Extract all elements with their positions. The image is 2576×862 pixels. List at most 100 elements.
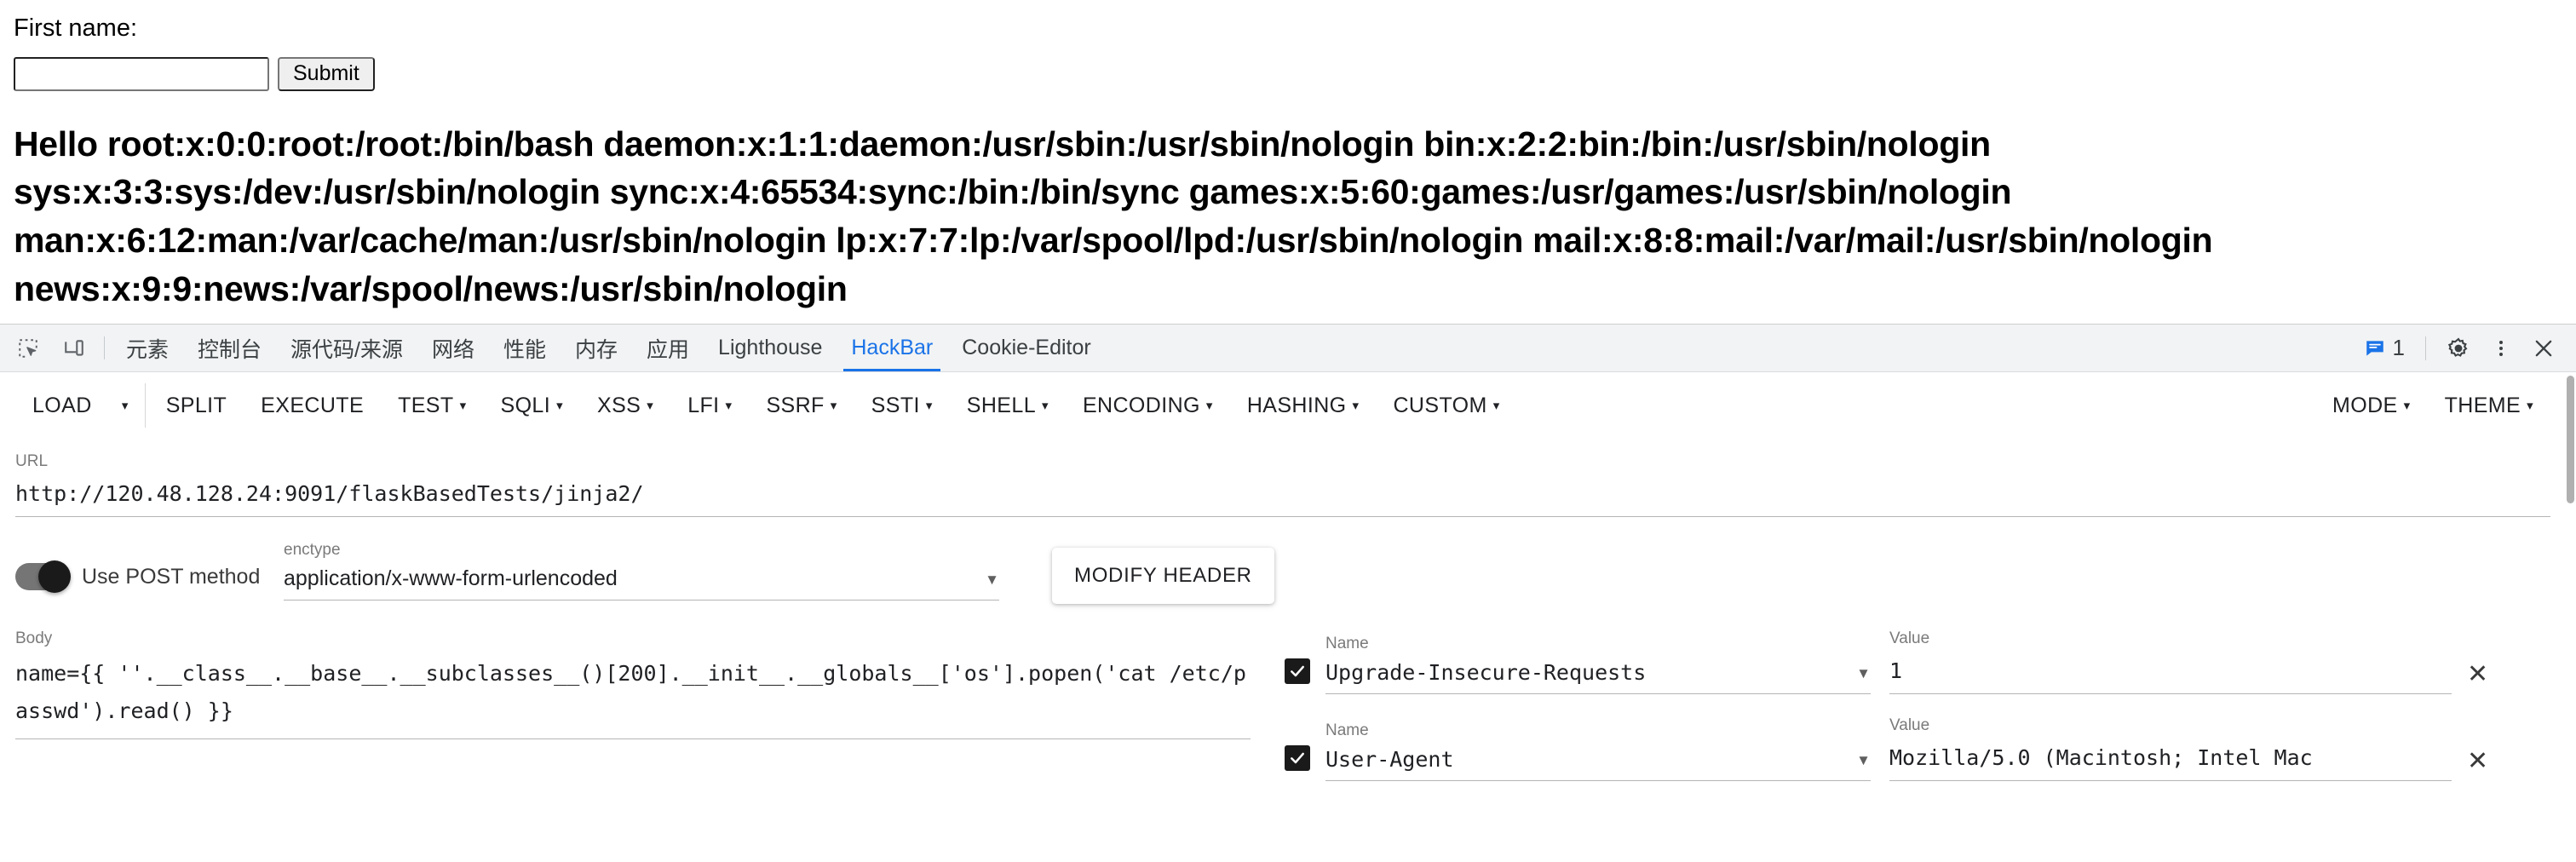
header-name-label: Name <box>1325 721 1369 739</box>
actions-divider <box>2425 336 2426 360</box>
header-value-group: Value <box>1889 629 2452 694</box>
label: MODE <box>2332 393 2398 417</box>
hackbar-hashing-menu[interactable]: HASHING ▾ <box>1230 383 1377 428</box>
tab-lighthouse[interactable]: Lighthouse <box>704 325 837 371</box>
chevron-down-icon: ▾ <box>459 398 467 413</box>
url-input[interactable] <box>15 478 2550 517</box>
toolbar-divider <box>104 336 105 359</box>
hackbar-split-button[interactable]: SPLIT <box>149 383 244 428</box>
hackbar-theme-menu[interactable]: THEME ▾ <box>2428 383 2550 428</box>
chevron-down-icon: ▾ <box>1492 398 1500 413</box>
label: CUSTOM <box>1393 393 1487 417</box>
hackbar-scrollbar[interactable] <box>2564 372 2576 862</box>
header-name-select[interactable]: User-Agent ▼ <box>1325 747 1871 781</box>
inspect-element-icon[interactable] <box>5 325 51 371</box>
header-name-value: Upgrade-Insecure-Requests <box>1325 660 1647 685</box>
chevron-down-icon: ▾ <box>1352 398 1360 413</box>
hackbar-panel: LOAD ▾ SPLIT EXECUTE TEST ▾ SQLI ▾ XSS ▾ LF… <box>0 372 2576 862</box>
hackbar-ssti-menu[interactable]: SSTI ▾ <box>854 383 950 428</box>
body-label: Body <box>15 629 53 647</box>
hackbar-lfi-menu[interactable]: LFI ▾ <box>670 383 749 428</box>
request-options-row: Use POST method enctype application/x-ww… <box>0 517 2576 604</box>
label: THEME <box>2444 393 2521 417</box>
tab-sources[interactable]: 源代码/来源 <box>276 325 417 371</box>
chevron-down-icon: ▼ <box>1856 665 1871 681</box>
header-enabled-checkbox[interactable] <box>1285 658 1310 684</box>
tab-network[interactable]: 网络 <box>417 325 489 371</box>
load-chevron-down-icon[interactable]: ▾ <box>109 383 141 428</box>
header-value-input[interactable] <box>1889 742 2452 781</box>
chevron-down-icon: ▾ <box>2527 398 2533 413</box>
enctype-value: application/x-www-form-urlencoded <box>284 566 618 590</box>
message-count: 1 <box>2392 335 2405 360</box>
console-message-badge[interactable]: 1 <box>2355 335 2413 361</box>
hackbar-shell-menu[interactable]: SHELL ▾ <box>950 383 1066 428</box>
header-value-label: Value <box>1889 716 1930 734</box>
devtools-tab-bar: 元素 控制台 源代码/来源 网络 性能 内存 应用 Lighthouse Hac… <box>0 325 2576 372</box>
submit-button[interactable]: Submit <box>278 56 375 91</box>
chevron-down-icon: ▾ <box>1205 398 1213 413</box>
modify-header-button[interactable]: MODIFY HEADER <box>1052 548 1274 604</box>
toggle-knob <box>38 560 71 593</box>
header-name-value: User-Agent <box>1325 747 1454 772</box>
chevron-down-icon: ▾ <box>925 398 933 413</box>
devtools-tab-list: 元素 控制台 源代码/来源 网络 性能 内存 应用 Lighthouse Hac… <box>112 325 2355 371</box>
label: ENCODING <box>1082 393 1200 417</box>
label: SQLI <box>500 393 551 417</box>
gear-icon[interactable] <box>2438 328 2479 369</box>
hackbar-load-button[interactable]: LOAD <box>15 383 109 428</box>
use-post-method-toggle[interactable] <box>15 560 71 593</box>
header-row: Name Upgrade-Insecure-Requests ▼ Value ✕ <box>1285 629 2550 694</box>
hackbar-mode-menu[interactable]: MODE ▾ <box>2315 383 2428 428</box>
use-post-method-label: Use POST method <box>82 564 261 589</box>
hackbar-encoding-menu[interactable]: ENCODING ▾ <box>1066 383 1230 428</box>
url-label: URL <box>15 452 49 470</box>
tab-elements[interactable]: 元素 <box>112 325 183 371</box>
hackbar-custom-menu[interactable]: CUSTOM ▾ <box>1376 383 1516 428</box>
header-value-group: Value <box>1889 716 2452 781</box>
tab-application[interactable]: 应用 <box>632 325 704 371</box>
label: SHELL <box>966 393 1036 417</box>
hackbar-toolbar: LOAD ▾ SPLIT EXECUTE TEST ▾ SQLI ▾ XSS ▾ LF… <box>0 372 2576 439</box>
header-value-input[interactable] <box>1889 655 2452 694</box>
first-name-label: First name: <box>14 14 138 42</box>
first-name-input[interactable] <box>14 56 269 91</box>
header-name-label: Name <box>1325 635 1369 652</box>
hackbar-xss-menu[interactable]: XSS ▾ <box>580 383 670 428</box>
tab-console[interactable]: 控制台 <box>183 325 276 371</box>
tab-performance[interactable]: 性能 <box>489 325 561 371</box>
remove-header-icon[interactable]: ✕ <box>2467 749 2488 774</box>
tab-cookie-editor[interactable]: Cookie-Editor <box>947 325 1105 371</box>
more-options-icon[interactable] <box>2481 328 2521 369</box>
header-name-group: Name Upgrade-Insecure-Requests ▼ <box>1325 635 1871 694</box>
body-input[interactable]: name={{ ''.__class__.__base__.__subclass… <box>15 655 1251 739</box>
toolbar-divider <box>144 383 146 428</box>
url-field-group: URL <box>0 439 2576 517</box>
chevron-down-icon: ▾ <box>2403 398 2411 413</box>
remove-header-icon[interactable]: ✕ <box>2467 662 2488 687</box>
chevron-down-icon: ▾ <box>830 398 837 413</box>
hackbar-ssrf-menu[interactable]: SSRF ▾ <box>749 383 854 428</box>
label: HASHING <box>1246 393 1347 417</box>
check-icon <box>1291 665 1304 677</box>
hackbar-sqli-menu[interactable]: SQLI ▾ <box>484 383 581 428</box>
message-icon <box>2366 340 2383 356</box>
name-form-row: Submit <box>14 56 2562 91</box>
web-page-viewport: First name: Submit Hello root:x:0:0:root… <box>0 0 2576 324</box>
header-row: Name User-Agent ▼ Value ✕ <box>1285 716 2550 781</box>
devtools-toolbar-actions: 1 <box>2355 325 2576 371</box>
header-name-select[interactable]: Upgrade-Insecure-Requests ▼ <box>1325 660 1871 694</box>
enctype-select-group: enctype application/x-www-form-urlencode… <box>284 541 999 601</box>
tab-hackbar[interactable]: HackBar <box>837 325 947 371</box>
header-enabled-checkbox[interactable] <box>1285 745 1310 771</box>
close-icon[interactable] <box>2523 328 2564 369</box>
label: XSS <box>597 393 641 417</box>
enctype-select[interactable]: application/x-www-form-urlencoded ▼ <box>284 566 999 601</box>
body-field-group: Body name={{ ''.__class__.__base__.__sub… <box>15 629 1285 739</box>
command-output-text: Hello root:x:0:0:root:/root:/bin/bash da… <box>14 124 2213 308</box>
tab-memory[interactable]: 内存 <box>561 325 632 371</box>
hackbar-execute-button[interactable]: EXECUTE <box>244 383 381 428</box>
scrollbar-thumb[interactable] <box>2567 376 2574 503</box>
hackbar-test-menu[interactable]: TEST ▾ <box>381 383 483 428</box>
device-toolbar-icon[interactable] <box>51 325 97 371</box>
